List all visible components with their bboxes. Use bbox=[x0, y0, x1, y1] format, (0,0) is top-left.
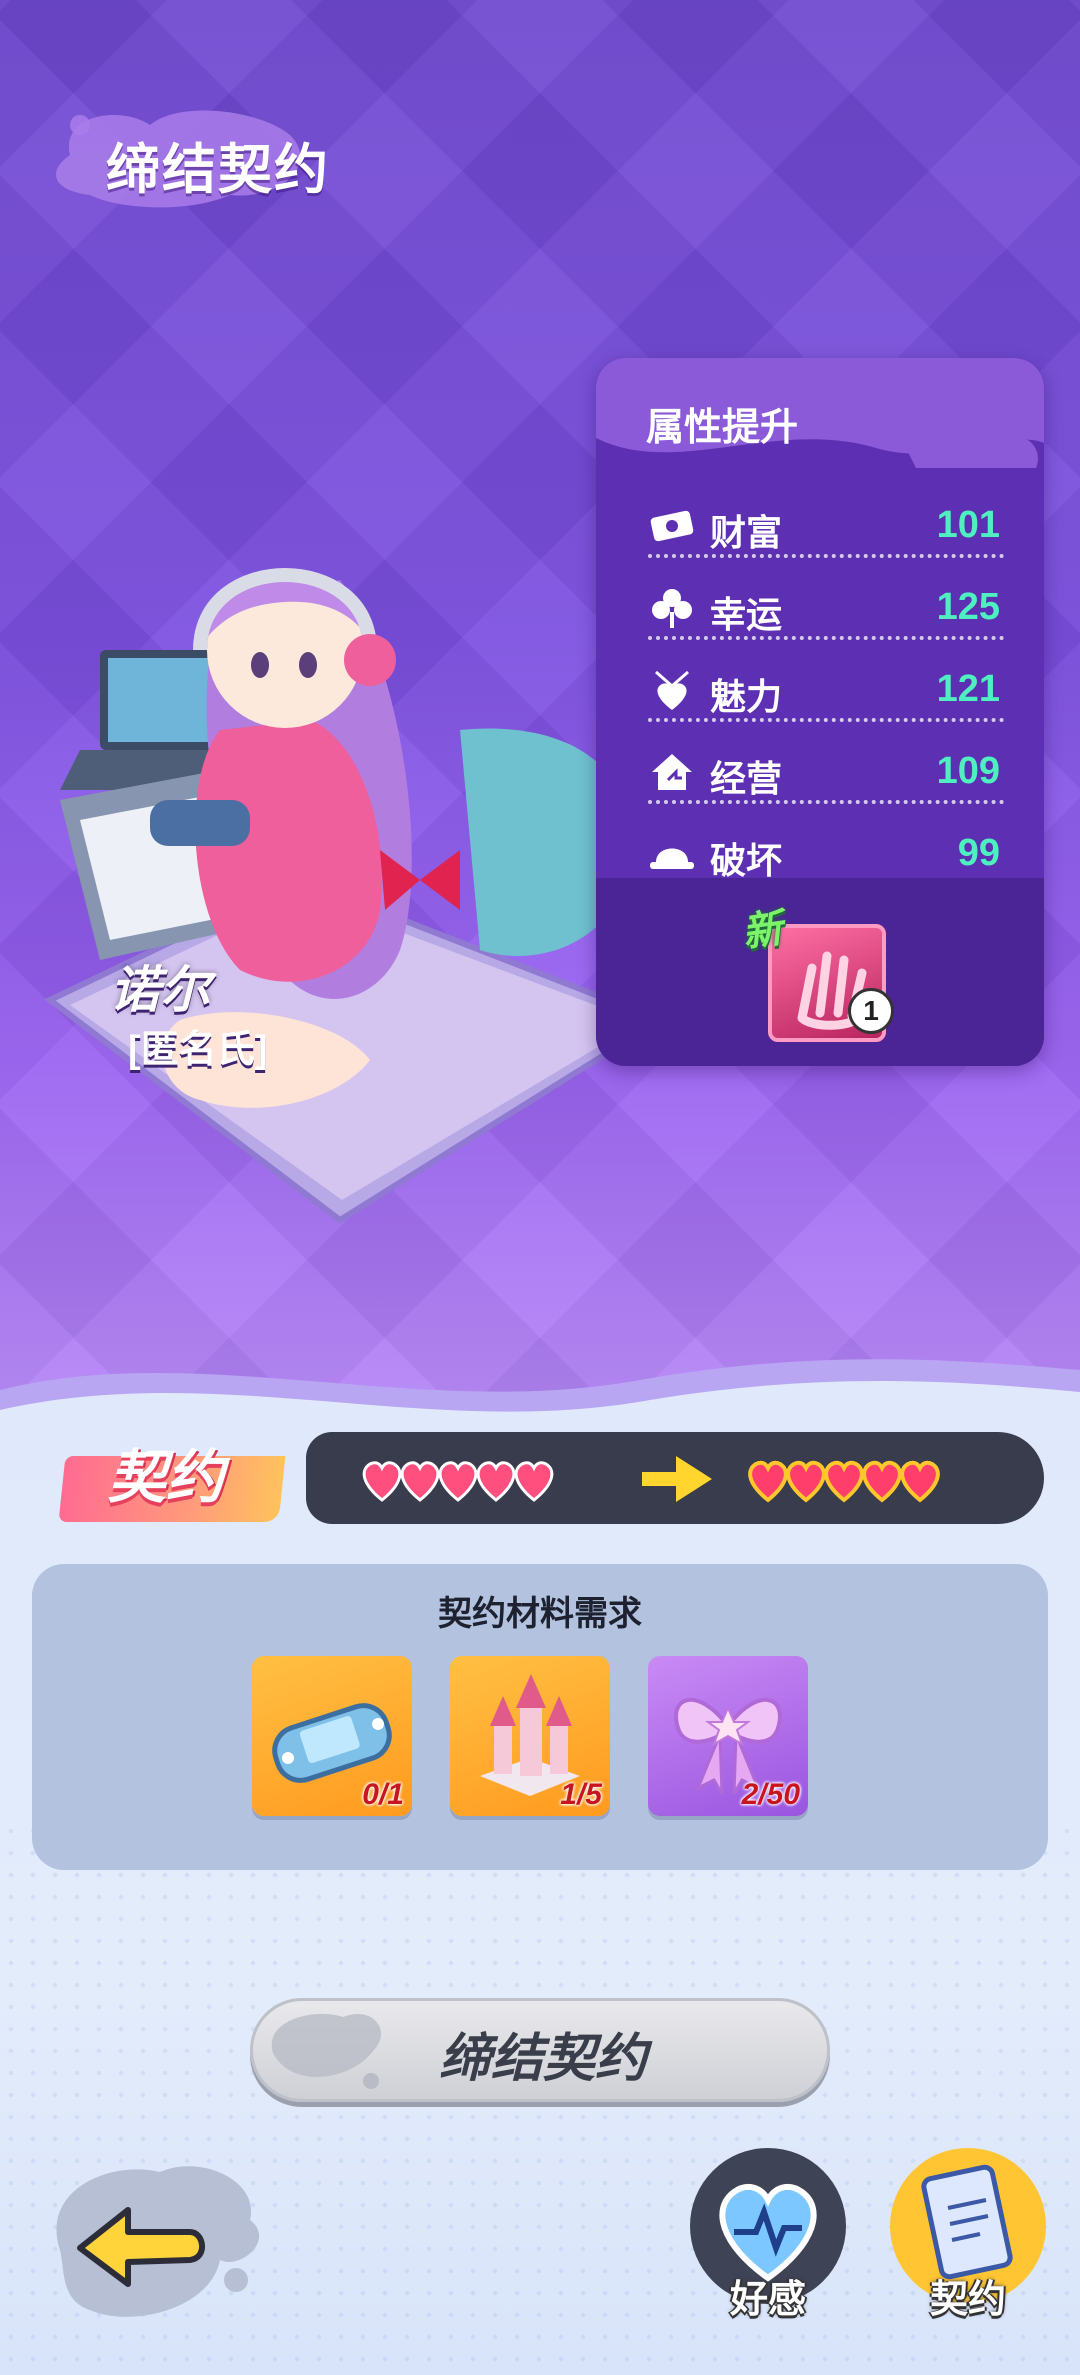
attribute-title: 属性提升 bbox=[646, 407, 799, 449]
attribute-label: 财富 bbox=[710, 512, 783, 553]
sign-contract-label: 缔结契约 bbox=[438, 2029, 647, 2088]
attribute-row-wealth: 财富 101 bbox=[648, 496, 1004, 558]
attribute-value: 99 bbox=[957, 832, 1000, 874]
skill-level-badge: 1 bbox=[848, 988, 894, 1034]
attribute-row-charm: 魅力 121 bbox=[648, 660, 1004, 722]
materials-title: 契约材料需求 bbox=[438, 1595, 642, 1633]
attribute-value: 125 bbox=[936, 586, 1000, 628]
new-tag: 新 bbox=[739, 906, 786, 956]
attribute-row-luck: 幸运 125 bbox=[648, 578, 1004, 640]
contract-label: 契约 bbox=[108, 1445, 225, 1510]
money-icon bbox=[650, 510, 694, 542]
helmet-icon bbox=[650, 848, 694, 869]
material-count: 0/1 bbox=[362, 1778, 404, 1811]
attribute-row-destruction: 破坏 99 bbox=[648, 824, 1004, 886]
heart-necklace-icon bbox=[655, 670, 689, 710]
character-illustration bbox=[44, 568, 667, 1224]
current-hearts bbox=[360, 1452, 554, 1506]
material-bow[interactable]: 2/50 bbox=[648, 1656, 808, 1816]
material-count: 2/50 bbox=[741, 1778, 800, 1811]
back-button[interactable] bbox=[40, 2150, 260, 2330]
nav-affection-button[interactable]: 好感 bbox=[690, 2148, 850, 2348]
attribute-value: 101 bbox=[936, 504, 1000, 546]
attribute-row-business: 经营 109 bbox=[648, 742, 1004, 804]
material-count: 1/5 bbox=[560, 1778, 602, 1811]
attribute-label: 魅力 bbox=[710, 676, 783, 717]
contract-hearts-bar bbox=[306, 1432, 1044, 1524]
nav-contract-button[interactable]: 契约 bbox=[890, 2148, 1050, 2348]
page-title: 缔结契约 bbox=[106, 140, 330, 200]
sign-contract-button[interactable]: 缔结契约 bbox=[250, 1998, 830, 2102]
house-icon bbox=[652, 754, 692, 790]
attribute-label: 幸运 bbox=[710, 594, 783, 635]
heart-icon bbox=[900, 1460, 940, 1503]
character-name: 诺尔 bbox=[110, 962, 210, 1018]
attribute-label: 破坏 bbox=[710, 840, 783, 881]
next-hearts bbox=[746, 1452, 940, 1506]
heart-icon bbox=[514, 1461, 554, 1502]
materials-panel: 契约材料需求 0/1 1/5 2/50 bbox=[32, 1564, 1048, 1870]
attribute-value: 109 bbox=[936, 750, 1000, 792]
clover-icon bbox=[652, 589, 692, 628]
nav-contract-label: 契约 bbox=[929, 2279, 1006, 2321]
material-castle[interactable]: 1/5 bbox=[450, 1656, 610, 1816]
character-subtitle: [匿名氏] bbox=[128, 1029, 268, 1071]
arrow-right-icon bbox=[642, 1456, 712, 1502]
attribute-panel: 属性提升 财富 101 幸运 125 魅力 121 经营 109 破坏 99 新… bbox=[596, 358, 1044, 1066]
material-game-console[interactable]: 0/1 bbox=[252, 1656, 412, 1816]
nav-affection-label: 好感 bbox=[729, 2279, 806, 2321]
attribute-value: 121 bbox=[936, 668, 1000, 710]
attribute-label: 经营 bbox=[710, 758, 783, 799]
